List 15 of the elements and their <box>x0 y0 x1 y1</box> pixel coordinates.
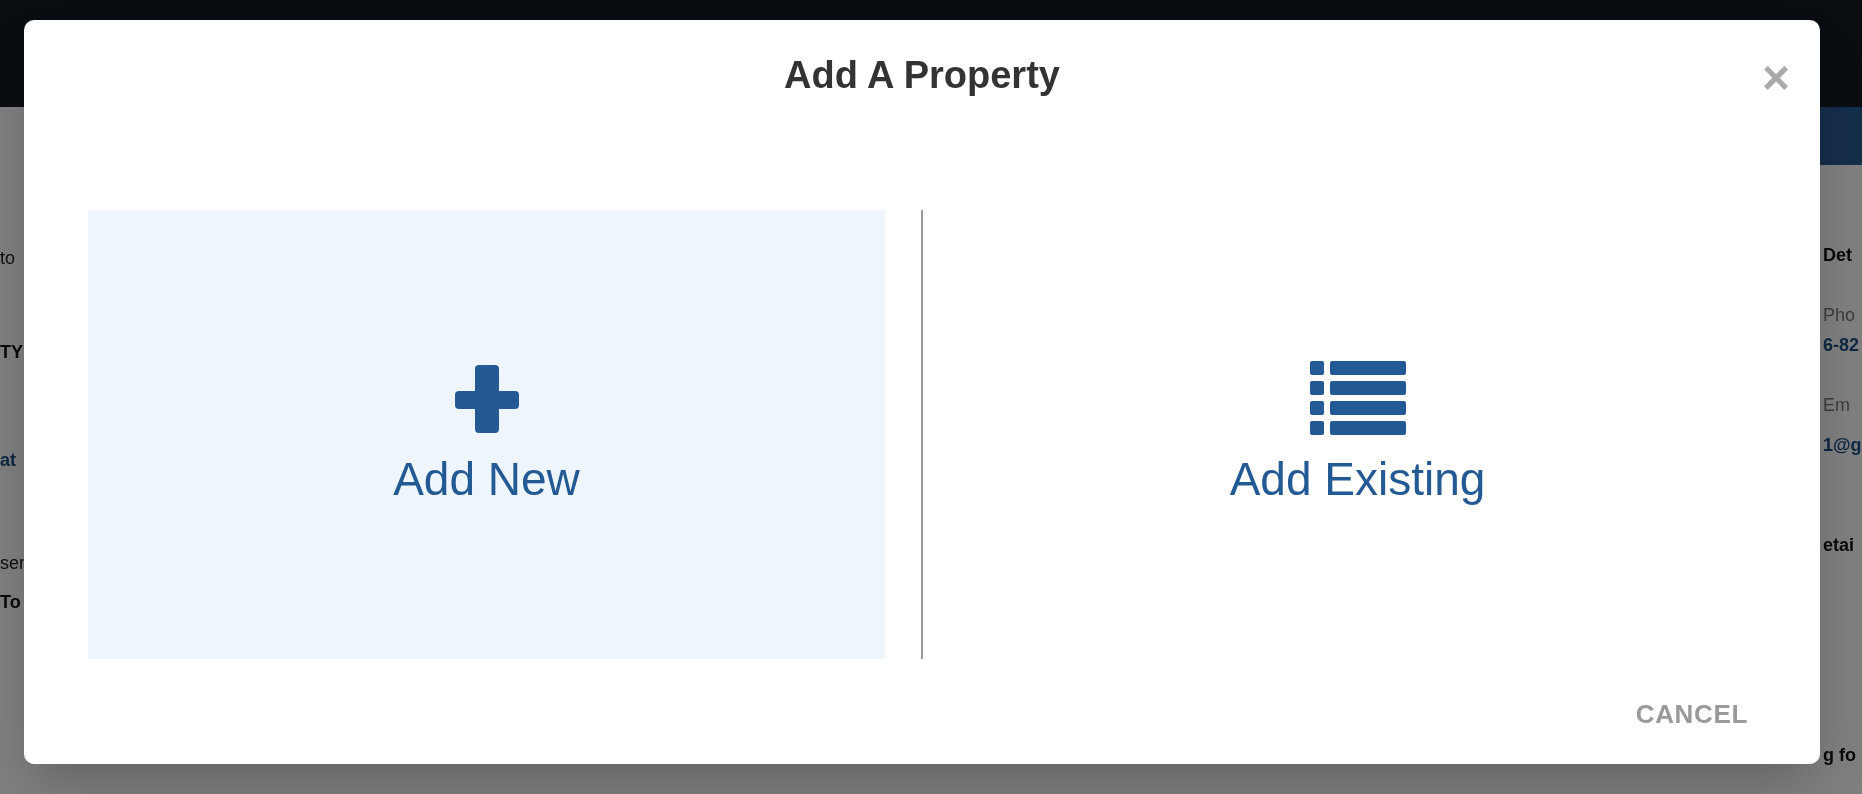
dialog-title: Add A Property <box>784 52 1060 98</box>
background-text: 6-82 <box>1823 336 1861 354</box>
list-icon <box>1309 360 1406 437</box>
background-text: ser <box>0 554 22 572</box>
background-text: Det <box>1823 246 1853 264</box>
background-text: To <box>0 593 22 611</box>
option-tile[interactable]: Add New <box>88 210 885 659</box>
background-text: TY <box>0 343 22 361</box>
background-text: etai <box>1823 536 1856 554</box>
background-text: 1@g <box>1823 436 1862 454</box>
background-text: g fo <box>1823 746 1857 764</box>
background-text: at <box>0 451 17 469</box>
background-text: to <box>0 249 16 267</box>
background-text: Pho <box>1823 306 1857 324</box>
background-text: Em <box>1823 396 1851 414</box>
